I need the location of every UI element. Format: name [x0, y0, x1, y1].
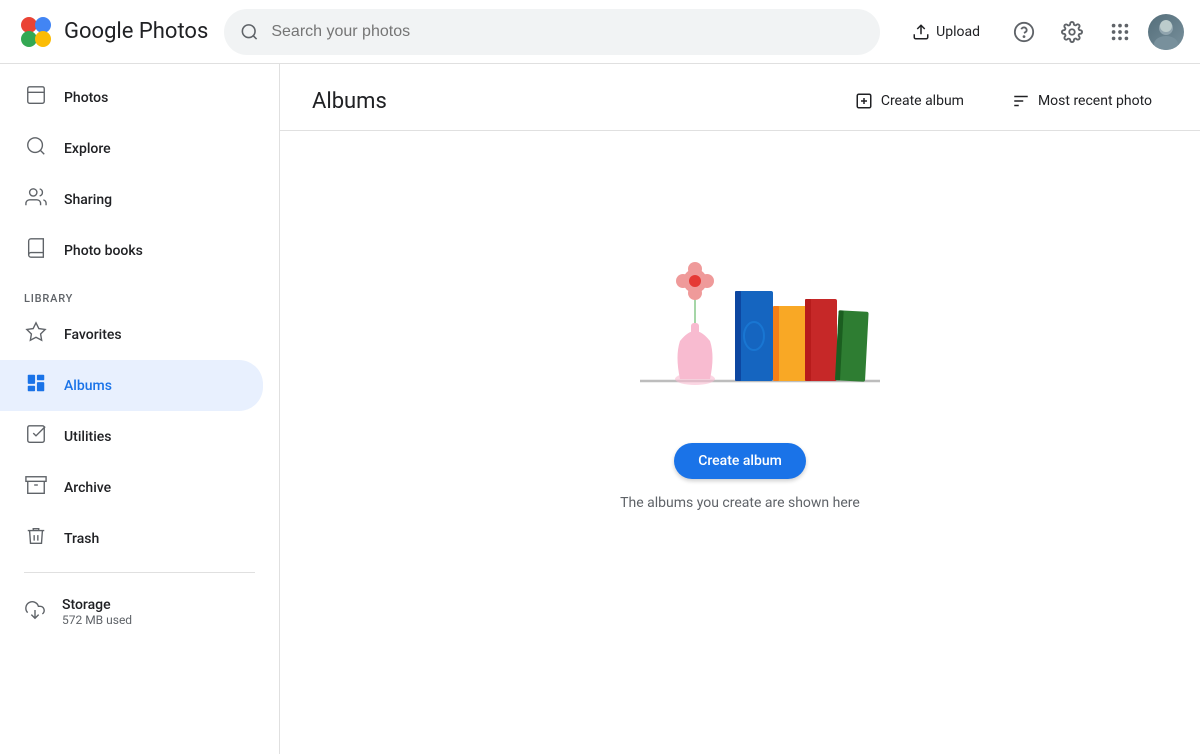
search-bar[interactable] — [224, 9, 880, 55]
settings-icon — [1061, 21, 1083, 43]
create-album-button[interactable]: Create album — [674, 443, 806, 479]
sidebar-albums-label: Albums — [64, 378, 112, 394]
layout: Photos Explore — [0, 64, 1200, 754]
avatar[interactable] — [1148, 14, 1184, 50]
storage-section: Storage 572 MB used — [0, 581, 279, 643]
explore-icon — [24, 135, 48, 162]
archive-icon — [24, 474, 48, 501]
sidebar: Photos Explore — [0, 64, 280, 754]
upload-icon — [912, 23, 930, 41]
help-button[interactable] — [1004, 12, 1044, 52]
trash-icon — [24, 525, 48, 552]
search-icon — [240, 22, 259, 42]
apps-icon — [1109, 21, 1131, 43]
sidebar-nav: Photos Explore — [0, 72, 279, 276]
page-actions: Create album Most recent photo — [839, 84, 1168, 118]
storage-label: Storage — [62, 597, 132, 613]
empty-state-description: The albums you create are shown here — [620, 495, 860, 511]
sidebar-item-archive[interactable]: Archive — [0, 462, 263, 513]
sidebar-item-sharing[interactable]: Sharing — [0, 174, 263, 225]
photobooks-icon — [24, 237, 48, 264]
sidebar-divider — [24, 572, 255, 573]
sidebar-photobooks-label: Photo books — [64, 243, 143, 259]
logo[interactable]: Google Photos — [16, 12, 208, 52]
sidebar-archive-label: Archive — [64, 480, 111, 496]
apps-button[interactable] — [1100, 12, 1140, 52]
storage-used: 572 MB used — [62, 613, 132, 627]
utilities-icon — [24, 423, 48, 450]
page-title: Albums — [312, 89, 387, 114]
sort-icon — [1012, 92, 1030, 110]
sidebar-sharing-label: Sharing — [64, 192, 112, 208]
main-content: Albums Create album Most — [280, 64, 1200, 754]
sidebar-trash-label: Trash — [64, 531, 99, 547]
settings-button[interactable] — [1052, 12, 1092, 52]
sharing-icon — [24, 186, 48, 213]
empty-illustration — [580, 191, 900, 411]
photos-icon — [24, 84, 48, 111]
favorites-icon — [24, 321, 48, 348]
create-album-button-label: Create album — [698, 453, 782, 469]
sidebar-item-albums[interactable]: Albums — [0, 360, 263, 411]
sidebar-item-favorites[interactable]: Favorites — [0, 309, 263, 360]
albums-icon — [24, 372, 48, 399]
upload-label: Upload — [936, 24, 980, 40]
create-album-header-label: Create album — [881, 93, 964, 109]
page-header: Albums Create album Most — [280, 64, 1200, 131]
sidebar-utilities-label: Utilities — [64, 429, 111, 445]
sidebar-favorites-label: Favorites — [64, 327, 122, 343]
help-icon — [1013, 21, 1035, 43]
storage-icon — [24, 599, 46, 626]
most-recent-button[interactable]: Most recent photo — [996, 84, 1168, 118]
most-recent-label: Most recent photo — [1038, 93, 1152, 109]
empty-state: Create album The albums you create are s… — [280, 131, 1200, 571]
sidebar-item-explore[interactable]: Explore — [0, 123, 263, 174]
add-icon — [855, 92, 873, 110]
sidebar-item-trash[interactable]: Trash — [0, 513, 263, 564]
header: Google Photos Upload — [0, 0, 1200, 64]
upload-button[interactable]: Upload — [896, 15, 996, 49]
sidebar-explore-label: Explore — [64, 141, 111, 157]
sidebar-item-photos[interactable]: Photos — [0, 72, 263, 123]
library-section-label: LIBRARY — [0, 276, 279, 309]
sidebar-item-photobooks[interactable]: Photo books — [0, 225, 263, 276]
sidebar-photos-label: Photos — [64, 90, 108, 106]
header-actions: Upload — [896, 12, 1184, 52]
search-input[interactable] — [271, 23, 864, 41]
google-photos-logo-icon — [16, 12, 56, 52]
sidebar-item-utilities[interactable]: Utilities — [0, 411, 263, 462]
create-album-header-button[interactable]: Create album — [839, 84, 980, 118]
app-name: Google Photos — [64, 19, 208, 44]
